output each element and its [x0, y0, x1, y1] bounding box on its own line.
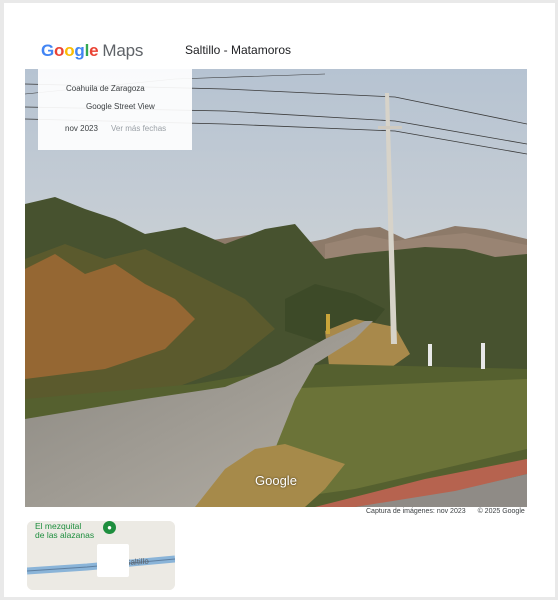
minimap[interactable]: El mezquital de las alazanas ● ros - Sal… — [27, 521, 175, 590]
poi-pin-icon[interactable]: ● — [103, 521, 116, 534]
capture-credit: Captura de imágenes: nov 2023 — [366, 508, 466, 515]
poi-label: El mezquital de las alazanas — [35, 521, 95, 540]
location-info-card: Coahuila de Zaragoza Google Street View … — [38, 69, 192, 150]
header: Google Maps Saltillo - Matamoros — [4, 3, 555, 73]
region-label: Coahuila de Zaragoza — [66, 84, 145, 93]
page-title: Saltillo - Matamoros — [185, 43, 292, 57]
image-credits: Captura de imágenes: nov 2023 © 2025 Goo… — [366, 508, 525, 515]
google-watermark: Google — [255, 473, 297, 488]
capture-date: nov 2023 — [65, 124, 98, 133]
more-dates-link[interactable]: Ver más fechas — [111, 124, 166, 133]
source-label: Google Street View — [86, 102, 155, 111]
copyright-label: © 2025 Google — [477, 508, 525, 515]
minimap-pegman-marker — [97, 544, 129, 577]
google-maps-logo: Google Maps — [41, 41, 144, 60]
